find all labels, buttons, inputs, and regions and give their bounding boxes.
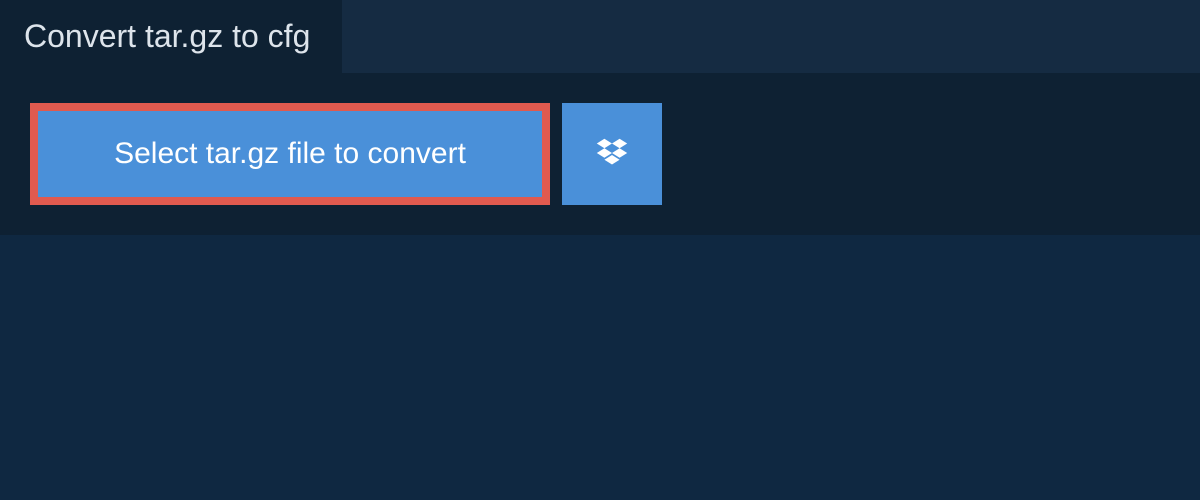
button-row: Select tar.gz file to convert (30, 103, 1170, 205)
upload-area: Select tar.gz file to convert (0, 73, 1200, 235)
converter-panel: Convert tar.gz to cfg Select tar.gz file… (0, 0, 1200, 235)
select-file-button[interactable]: Select tar.gz file to convert (30, 103, 550, 205)
dropbox-button[interactable] (562, 103, 662, 205)
tab-title: Convert tar.gz to cfg (24, 18, 310, 54)
tab-convert[interactable]: Convert tar.gz to cfg (0, 0, 342, 73)
dropbox-icon (593, 135, 631, 173)
select-file-label: Select tar.gz file to convert (114, 137, 466, 171)
